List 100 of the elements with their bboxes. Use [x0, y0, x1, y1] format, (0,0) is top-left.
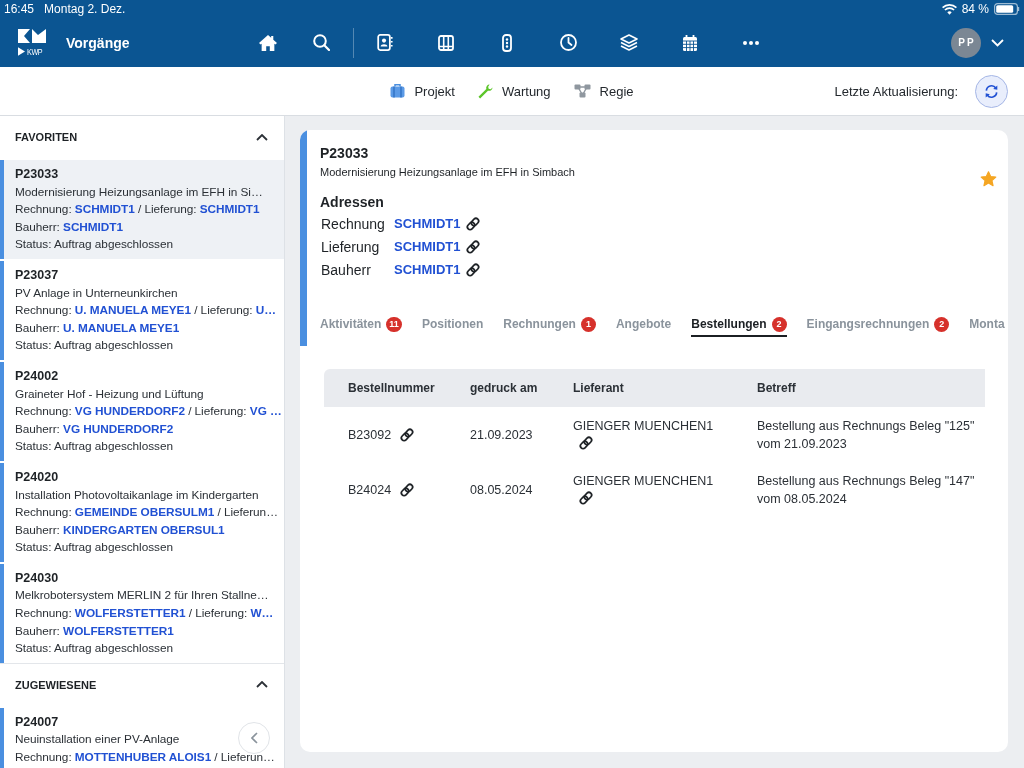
- address-line: Rechnung: WOLFERSTETTER1 / Lieferung: W…: [15, 605, 274, 623]
- network-icon: [573, 84, 591, 98]
- project-number: P24002: [15, 367, 59, 385]
- address-book-icon: [377, 34, 393, 51]
- project-number: P24020: [15, 468, 59, 486]
- link-icon[interactable]: [399, 426, 416, 443]
- section-heading: Adressen: [320, 193, 384, 212]
- module-link[interactable]: Regie: [573, 83, 634, 99]
- star-icon[interactable]: [980, 171, 997, 187]
- address-link[interactable]: SCHMIDT1: [394, 262, 461, 277]
- project-title: Melkrobotersystem MERLIN 2 für Ihren Stallne…: [15, 587, 269, 605]
- layers-icon: [620, 34, 638, 51]
- order-number: B23092: [348, 427, 392, 442]
- section-title: ZUGEWIESENE: [15, 678, 97, 691]
- column-header: gedruck am: [470, 381, 539, 395]
- page-title: Vorgänge: [66, 34, 130, 51]
- chevron-up-icon[interactable]: [256, 133, 268, 141]
- link-icon[interactable]: [578, 434, 594, 451]
- address-link[interactable]: SCHMIDT1: [394, 216, 461, 231]
- wrench-icon: [477, 83, 493, 99]
- project-number: P24030: [15, 569, 59, 587]
- refresh-button[interactable]: [975, 74, 1008, 108]
- section-title: FAVORITEN: [15, 131, 78, 143]
- address-line: Rechnung: VG HUNDERDORF2 / Lieferung: VG …: [15, 403, 282, 421]
- address-link[interactable]: SCHMIDT1: [394, 239, 461, 254]
- columns-icon: [438, 34, 454, 51]
- count-badge: 1: [580, 316, 596, 332]
- supplier-name: GIENGER MUENCHEN1: [573, 473, 714, 488]
- tab[interactable]: Bestellungen 2: [691, 311, 787, 337]
- project-list-item[interactable]: P23037 PV Anlage in Unterneunkirchen Rechnung: U. MANUELA MEYE1 / Lieferung: U… Bauherr: U. MANUELA MEYE1 Status: Auftrag abgeschlossen: [0, 260, 284, 360]
- project-title: PV Anlage in Unterneunkirchen: [15, 284, 178, 302]
- project-list-item[interactable]: P23033 Modernisierung Heizungsanlage im EFH in Si… Rechnung: SCHMIDT1 / Lieferung: SCHMIDT1 Bauherr: SCHMIDT1 Status: Auftrag abgeschlossen: [0, 160, 284, 259]
- table-cell-text: Bestellung aus Rechnungs Beleg "125" vom 21.09.2023: [757, 417, 976, 453]
- home-icon: [259, 34, 277, 51]
- column-header: Lieferant: [573, 381, 625, 395]
- status-line: Status: Auftrag abgeschlossen: [15, 640, 173, 658]
- count-badge: 2: [934, 316, 950, 332]
- tab[interactable]: Eingangsrechnungen 2: [806, 311, 950, 337]
- project-number: P23037: [15, 266, 59, 284]
- table-cell: 21.09.2023: [470, 427, 533, 442]
- address-line: Rechnung: U. MANUELA MEYE1 / Lieferung: U…: [15, 302, 277, 320]
- link-icon[interactable]: [578, 489, 594, 506]
- link-icon[interactable]: [465, 261, 482, 278]
- project-list-item[interactable]: P24002 Graineter Hof - Heizung und Lüftung Rechnung: VG HUNDERDORF2 / Lieferung: VG … Bauherr: VG HUNDERDORF2 Status: Auftrag abgeschlossen: [0, 361, 284, 461]
- project-title: Modernisierung Heizungsanlage im EFH in Si…: [15, 183, 263, 201]
- column-header: Bestellnummer: [347, 381, 436, 395]
- status-line: Status: Auftrag abgeschlossen: [15, 236, 173, 254]
- status-line: Status: Auftrag abgeschlossen: [15, 438, 173, 456]
- avatar-button[interactable]: PP: [951, 27, 981, 58]
- clock-icon: [559, 34, 577, 51]
- refresh-icon: [984, 83, 999, 99]
- module-link[interactable]: Projekt: [390, 83, 455, 99]
- calendar-icon: [683, 34, 697, 51]
- chevron-down-icon: [991, 38, 1004, 47]
- chevron-up-icon[interactable]: [256, 681, 268, 689]
- count-badge: 2: [771, 316, 787, 332]
- search-icon: [312, 34, 330, 51]
- column-header: Betreff: [757, 381, 797, 395]
- tab[interactable]: Aktivitäten 11: [320, 311, 402, 337]
- project-title: Graineter Hof - Heizung und Lüftung: [15, 385, 204, 403]
- address-line: Rechnung: SCHMIDT1 / Lieferung: SCHMIDT1: [15, 201, 260, 219]
- address-line: Rechnung: GEMEINDE OBERSULM1 / Lieferun…: [15, 504, 278, 522]
- briefcase-icon: [390, 84, 406, 98]
- address-label: Bauherr: [320, 261, 372, 278]
- project-list-item[interactable]: P24030 Melkrobotersystem MERLIN 2 für Ihren Stallne… Rechnung: WOLFERSTETTER1 / Lieferung: W… Bauherr: WOLFERSTETTER1 Status: Auftrag abgeschlossen: [0, 563, 284, 663]
- builder-line: Bauherr: VG HUNDERDORF2: [15, 420, 174, 438]
- builder-line: Bauherr: WOLFERSTETTER1: [15, 622, 174, 640]
- project-title: Modernisierung Heizungsanlage im EFH in Simbach: [320, 165, 575, 180]
- link-icon[interactable]: [465, 215, 482, 232]
- address-label: Rechnung: [320, 215, 386, 232]
- address-line: Rechnung: MOTTENHUBER ALOIS1 / Lieferun…: [15, 749, 275, 767]
- status-line: Status: Auftrag abgeschlossen: [15, 337, 173, 355]
- traffic-light-icon: [502, 33, 512, 52]
- project-title: Neuinstallation einer PV-Anlage: [15, 731, 180, 749]
- address-label: Lieferung: [320, 238, 381, 255]
- company-logo: KWP: [18, 28, 46, 57]
- module-link[interactable]: Wartung: [477, 83, 551, 99]
- battery-percentage: 84 %: [961, 2, 989, 16]
- status-line: Status: Auftrag abgeschlossen: [15, 539, 173, 557]
- project-number: P23033: [15, 166, 59, 183]
- chevron-left-icon: [250, 732, 258, 744]
- project-number: P24007: [15, 713, 59, 731]
- supplier-name: GIENGER MUENCHEN1: [573, 418, 714, 433]
- table-cell-text: Bestellung aus Rechnungs Beleg "147" vom 08.05.2024: [757, 472, 976, 508]
- link-icon[interactable]: [399, 481, 416, 498]
- link-icon[interactable]: [465, 238, 482, 255]
- project-title: Installation Photovoltaikanlage im Kindergarten: [15, 486, 259, 504]
- project-list-item[interactable]: P24020 Installation Photovoltaikanlage im Kindergarten Rechnung: GEMEINDE OBERSULM1 / Lieferun… Bauherr: KINDERGARTEN OBERSUL1 Status: Auftrag abgeschlossen: [0, 462, 284, 562]
- count-badge: 11: [386, 316, 402, 332]
- project-number: P23033: [320, 144, 370, 162]
- status-time: 16:45: [4, 2, 35, 16]
- status-date: Montag 2. Dez.: [44, 2, 126, 16]
- builder-line: Bauherr: KINDERGARTEN OBERSUL1: [15, 521, 225, 539]
- table-cell: 08.05.2024: [470, 482, 533, 497]
- builder-line: Bauherr: U. MANUELA MEYE1: [15, 319, 180, 337]
- tab[interactable]: Rechnungen 1: [503, 311, 596, 337]
- more-icon: [743, 40, 759, 45]
- battery-icon: [994, 3, 1020, 15]
- last-update-label: Letzte Aktualisierung:: [834, 83, 958, 99]
- wifi-icon: [941, 3, 957, 15]
